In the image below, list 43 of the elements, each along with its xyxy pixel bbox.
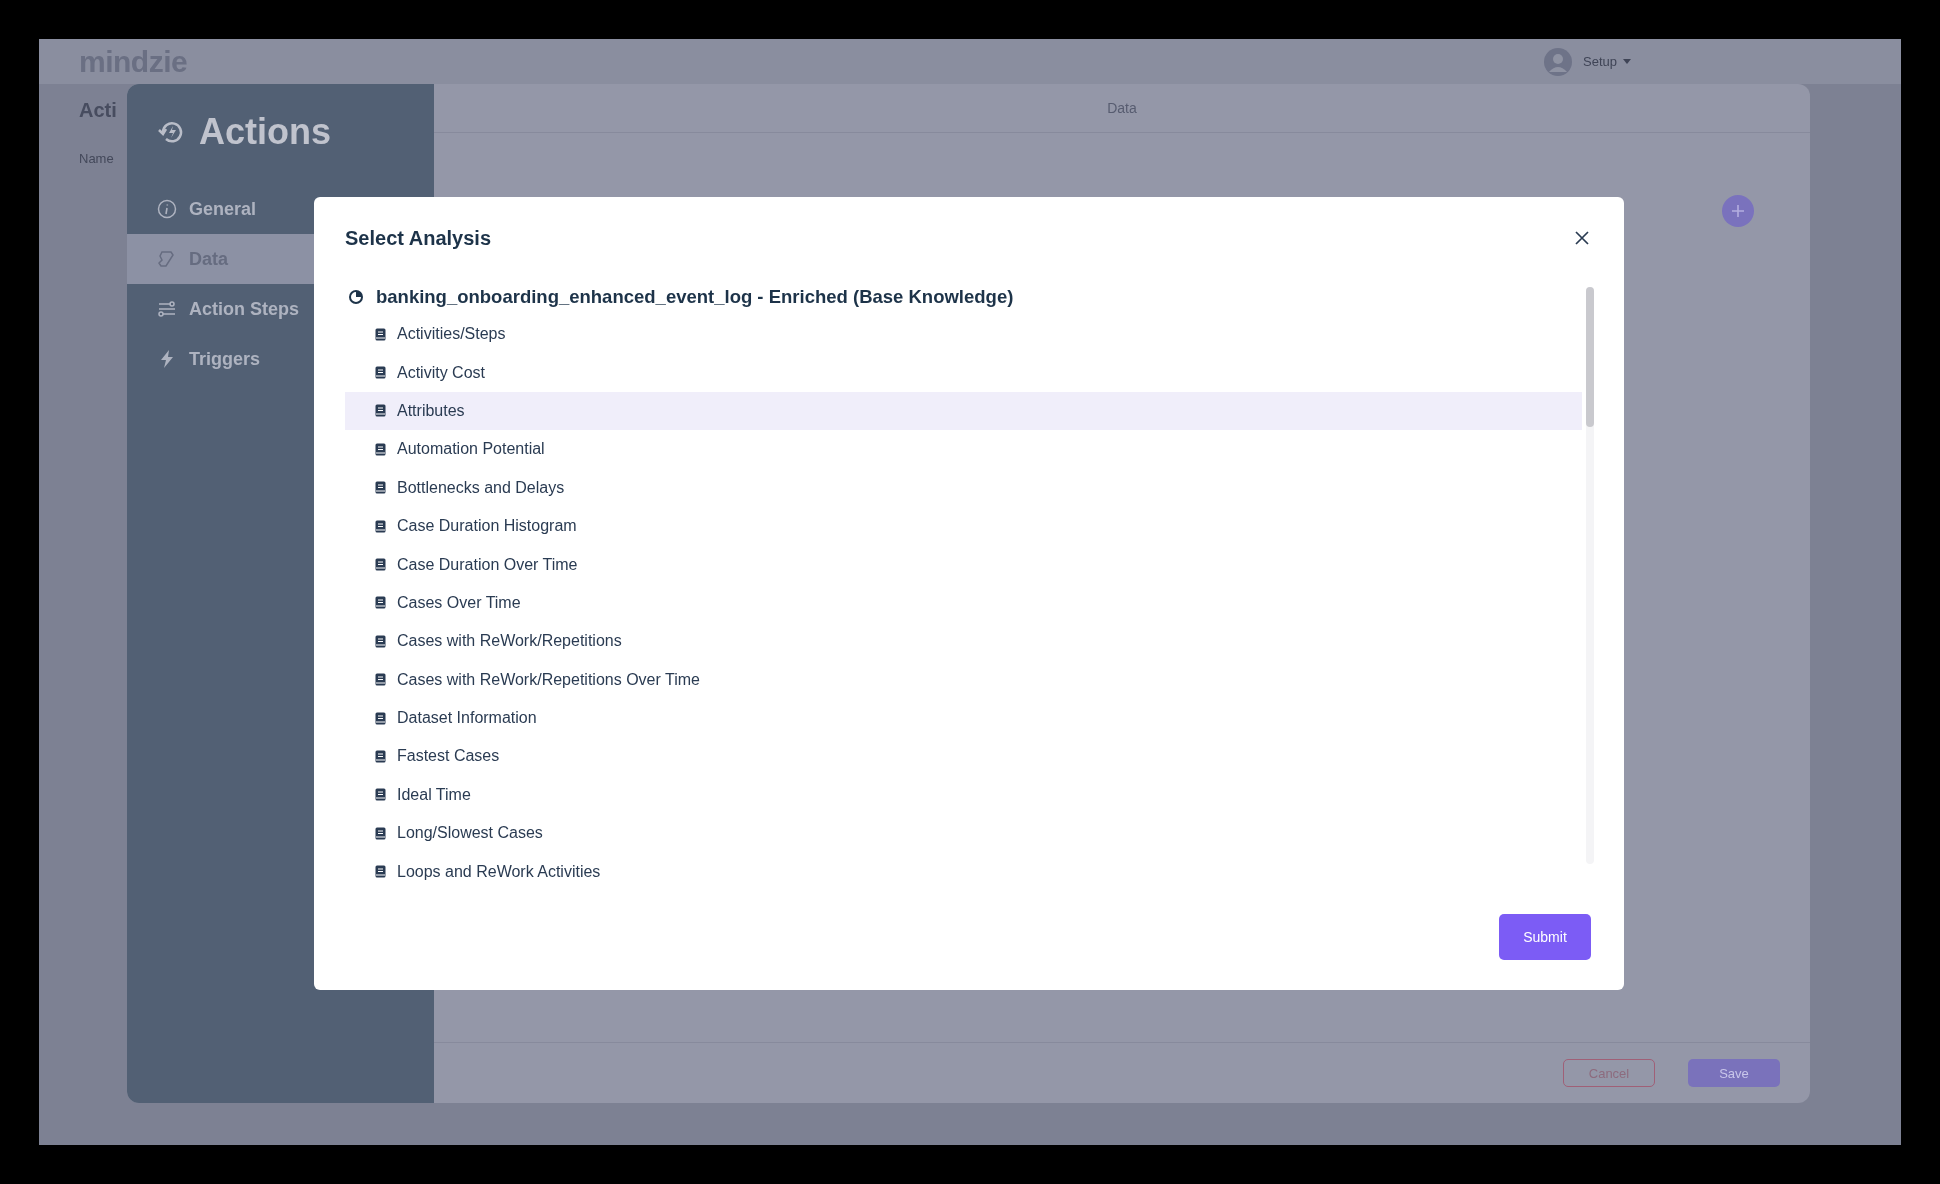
book-icon: [375, 558, 386, 572]
analysis-item[interactable]: Long/Slowest Cases: [345, 814, 1582, 853]
analysis-item[interactable]: Case Duration Histogram: [345, 506, 1582, 546]
analysis-item[interactable]: Fastest Cases: [345, 737, 1582, 776]
analysis-item[interactable]: Ideal Time: [345, 775, 1582, 815]
sliders-icon: [157, 299, 177, 319]
book-icon: [375, 404, 386, 418]
book-icon: [375, 750, 386, 763]
analysis-item[interactable]: Case Duration Over Time: [345, 545, 1582, 584]
analysis-item[interactable]: Loops and ReWork Activities: [345, 852, 1582, 891]
pie-chart-icon: [348, 289, 364, 305]
book-icon: [375, 442, 386, 456]
submit-button[interactable]: Submit: [1499, 914, 1591, 960]
book-icon: [375, 865, 386, 879]
book-icon: [375, 327, 386, 341]
plus-icon: [1731, 204, 1745, 218]
caret-icon: [1623, 58, 1631, 65]
add-button[interactable]: [1722, 195, 1754, 227]
info-icon: [157, 199, 177, 219]
analysis-item[interactable]: Attributes: [345, 391, 1582, 431]
book-icon: [375, 711, 386, 725]
panel-title: Actions: [199, 111, 331, 153]
book-icon: [375, 788, 386, 802]
analysis-item[interactable]: Activities/Steps: [345, 315, 1582, 354]
analysis-item[interactable]: Bottlenecks and Delays: [345, 468, 1582, 507]
book-icon: [375, 519, 386, 533]
analysis-item[interactable]: Activity Cost: [345, 353, 1582, 392]
analysis-item[interactable]: Automation Potential: [345, 430, 1582, 469]
panel-header: Data: [1107, 100, 1137, 116]
field-label: Name: [79, 151, 114, 166]
analysis-item[interactable]: Cases Over Time: [345, 583, 1582, 623]
analysis-item[interactable]: Cases with ReWork/Repetitions: [345, 622, 1582, 661]
analysis-item[interactable]: Dataset Information: [345, 698, 1582, 738]
book-icon: [375, 826, 386, 840]
analysis-item[interactable]: Cases with ReWork/Repetitions Over Time: [345, 660, 1582, 699]
user-avatar-icon: [1543, 46, 1573, 77]
book-icon: [375, 596, 386, 610]
book-icon: [375, 634, 386, 648]
book-icon: [375, 481, 386, 495]
close-icon: [1574, 230, 1590, 246]
scrollbar[interactable]: [1586, 287, 1594, 864]
book-icon: [375, 366, 386, 380]
book-icon: [375, 673, 386, 687]
